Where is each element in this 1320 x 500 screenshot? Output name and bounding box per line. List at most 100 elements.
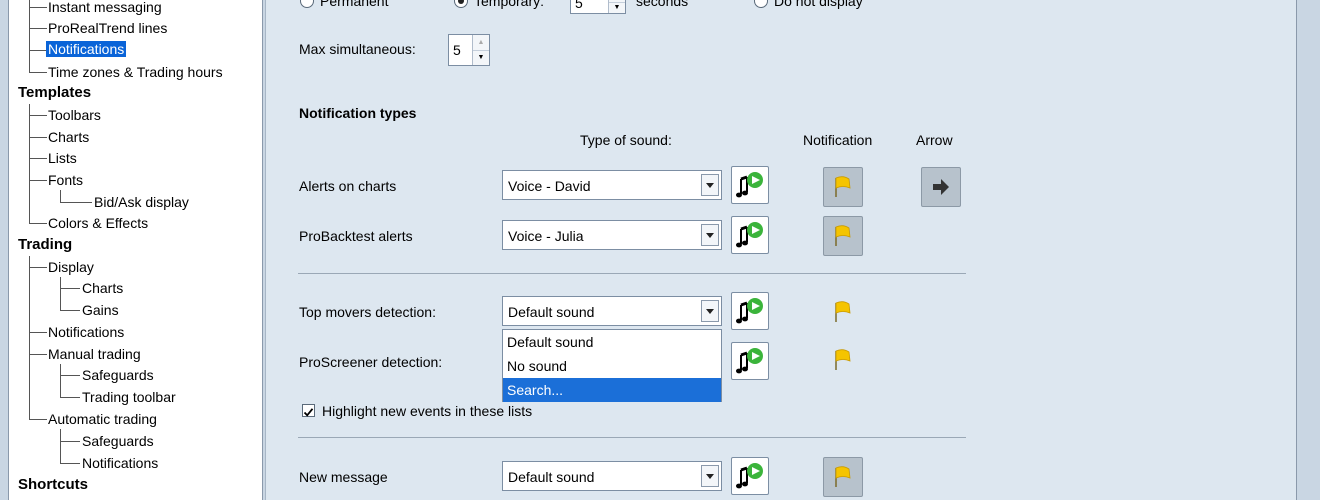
tree-line	[60, 463, 80, 464]
tree-item-label: Templates	[18, 84, 92, 101]
proscreener-notification-toggle[interactable]	[832, 349, 854, 371]
tree-item-manual-trading[interactable]: Manual trading	[48, 345, 141, 363]
tree-line	[60, 288, 80, 289]
tree-item-display[interactable]: Display	[48, 258, 94, 276]
top-movers-notification-toggle[interactable]	[832, 301, 854, 323]
tree-line	[60, 375, 80, 376]
tree-item-toolbars[interactable]: Toolbars	[48, 106, 101, 124]
max-simultaneous-spinner[interactable]: 5 ▲ ▼	[448, 34, 490, 66]
alerts-on-charts-notification-toggle[interactable]	[823, 167, 863, 207]
music-play-icon	[736, 348, 763, 374]
section-divider	[298, 437, 966, 438]
tree-item-auto-notifications[interactable]: Notifications	[82, 454, 158, 472]
tree-item-label: Display	[48, 259, 94, 275]
tree-item-label: Bid/Ask display	[94, 194, 189, 210]
section-divider	[298, 273, 966, 274]
tree-item-label: Automatic trading	[48, 411, 157, 427]
tree-item-instant-messaging[interactable]: Instant messaging	[48, 0, 162, 16]
tree-root-shortcuts[interactable]: Shortcuts	[18, 476, 88, 494]
tree-item-manual-safeguards[interactable]: Safeguards	[82, 366, 154, 384]
dropdown-option-default-sound[interactable]: Default sound	[503, 330, 721, 354]
chevron-down-icon[interactable]	[701, 224, 719, 246]
highlight-new-events-label: Highlight new events in these lists	[322, 403, 533, 419]
tree-line	[29, 50, 47, 51]
tree-item-fonts[interactable]: Fonts	[48, 171, 83, 189]
alerts-on-charts-arrow-toggle[interactable]	[921, 167, 961, 207]
spinner-buttons: ▲ ▼	[608, 0, 625, 13]
music-play-icon	[736, 463, 763, 489]
temporary-radio[interactable]	[454, 0, 468, 8]
top-movers-play-sound-button[interactable]	[731, 292, 769, 330]
probacktest-alerts-sound-select[interactable]: Voice - Julia	[502, 220, 722, 250]
spinner-down-button[interactable]: ▼	[609, 2, 625, 13]
tree-item-automatic-trading[interactable]: Automatic trading	[48, 410, 157, 428]
tree-item-trading-notifications[interactable]: Notifications	[48, 323, 124, 341]
new-message-label: New message	[299, 469, 388, 485]
selected-sound: Default sound	[508, 469, 595, 485]
flag-icon	[835, 225, 851, 246]
new-message-play-sound-button[interactable]	[731, 457, 769, 495]
tree-item-label: Charts	[82, 280, 124, 296]
tree-line	[29, 158, 47, 159]
probacktest-alerts-notification-toggle[interactable]	[823, 216, 863, 256]
tree-item-trading-toolbar[interactable]: Trading toolbar	[82, 388, 176, 406]
alerts-on-charts-play-sound-button[interactable]	[731, 166, 769, 204]
tree-line	[29, 0, 30, 72]
highlight-new-events-checkbox[interactable]	[302, 404, 315, 417]
top-movers-sound-select[interactable]: Default sound	[502, 296, 722, 326]
notifications-settings-panel: Permanent Temporary: 5 ▲ ▼ seconds Do no…	[265, 0, 1297, 500]
tree-item-label: Safeguards	[82, 367, 154, 383]
new-message-sound-select[interactable]: Default sound	[502, 461, 722, 491]
tree-item-notifications-selected[interactable]: Notifications	[46, 40, 127, 58]
tree-item-prorealtrend-lines[interactable]: ProRealTrend lines	[48, 19, 167, 37]
tree-item-time-zones[interactable]: Time zones & Trading hours	[48, 63, 223, 81]
tree-line	[60, 397, 80, 398]
tree-root-templates[interactable]: Templates	[18, 84, 91, 102]
probacktest-alerts-play-sound-button[interactable]	[731, 216, 769, 254]
do-not-display-radio[interactable]	[754, 0, 768, 8]
tree-item-gains[interactable]: Gains	[82, 301, 119, 319]
tree-line	[29, 332, 47, 333]
proscreener-play-sound-button[interactable]	[731, 342, 769, 380]
selected-sound: Voice - Julia	[508, 228, 584, 244]
do-not-display-label: Do not display	[774, 0, 863, 9]
tree-item-charts[interactable]: Charts	[48, 128, 89, 146]
chevron-down-icon[interactable]	[701, 300, 719, 322]
spinner-up-button[interactable]: ▲	[473, 35, 489, 51]
tree-item-colors-effects[interactable]: Colors & Effects	[48, 214, 148, 232]
tree-line	[29, 256, 30, 419]
tree-line	[60, 429, 61, 463]
tree-root-trading[interactable]: Trading	[18, 236, 72, 254]
tree-item-label: Fonts	[48, 172, 84, 188]
tree-item-label: Trading	[18, 236, 73, 253]
settings-tree: Instant messaging ProRealTrend lines Not…	[0, 0, 263, 500]
tree-line	[60, 310, 80, 311]
tree-line	[29, 28, 47, 29]
tree-item-lists[interactable]: Lists	[48, 149, 77, 167]
tree-item-label: Shortcuts	[18, 476, 89, 493]
tree-item-label: Toolbars	[48, 107, 101, 123]
alerts-on-charts-sound-select[interactable]: Voice - David	[502, 170, 722, 200]
tree-item-auto-safeguards[interactable]: Safeguards	[82, 432, 154, 450]
dropdown-option-search[interactable]: Search...	[503, 378, 721, 402]
top-movers-detection-label: Top movers detection:	[299, 304, 436, 320]
tree-item-label: Trading toolbar	[82, 389, 176, 405]
permanent-radio[interactable]	[300, 0, 314, 8]
tree-left-border	[0, 0, 9, 500]
max-simultaneous-label: Max simultaneous:	[299, 41, 416, 57]
spinner-down-button[interactable]: ▼	[473, 50, 489, 65]
tree-item-label: ProRealTrend lines	[48, 20, 168, 36]
tree-item-display-charts[interactable]: Charts	[82, 279, 123, 297]
tree-line	[29, 137, 47, 138]
tree-item-bid-ask-display[interactable]: Bid/Ask display	[94, 193, 189, 211]
tree-line	[29, 104, 30, 223]
new-message-notification-toggle[interactable]	[823, 457, 863, 497]
tree-item-label: Notifications	[48, 324, 125, 340]
dropdown-option-no-sound[interactable]: No sound	[503, 354, 721, 378]
seconds-label: seconds	[636, 0, 689, 9]
chevron-down-icon[interactable]	[701, 174, 719, 196]
temporary-seconds-spinner[interactable]: 5 ▲ ▼	[570, 0, 626, 14]
tree-item-label: Time zones & Trading hours	[48, 64, 223, 80]
chevron-down-icon[interactable]	[701, 465, 719, 487]
tree-item-label: Lists	[48, 150, 77, 166]
